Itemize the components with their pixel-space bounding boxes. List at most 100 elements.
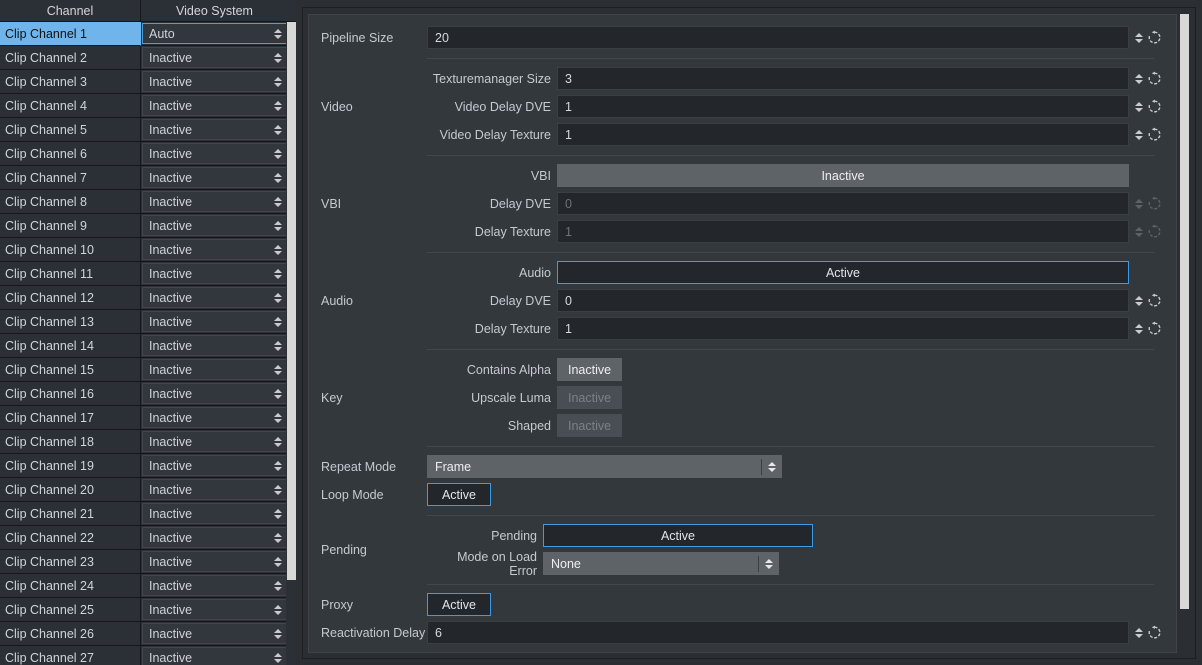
spinner-audio-delay-dve[interactable] — [1135, 296, 1143, 306]
channel-name-cell[interactable]: Clip Channel 3 — [0, 70, 141, 94]
channel-name-cell[interactable]: Clip Channel 20 — [0, 478, 141, 502]
reset-icon[interactable] — [1147, 321, 1162, 336]
channel-name-cell[interactable]: Clip Channel 18 — [0, 430, 141, 454]
table-row[interactable]: Clip Channel 11Inactive — [0, 262, 290, 286]
channel-name-cell[interactable]: Clip Channel 8 — [0, 190, 141, 214]
dropdown-video-system[interactable]: Inactive — [142, 359, 288, 380]
toggle-pending[interactable]: Active — [543, 524, 813, 547]
input-vbi-delay-dve[interactable]: 0 — [557, 192, 1129, 215]
table-row[interactable]: Clip Channel 13Inactive — [0, 310, 290, 334]
input-reactivation-delay[interactable]: 6 — [427, 621, 1129, 644]
reset-icon[interactable] — [1147, 293, 1162, 308]
channel-name-cell[interactable]: Clip Channel 6 — [0, 142, 141, 166]
spinner-vbi-delay-texture[interactable] — [1135, 227, 1143, 237]
toggle-proxy[interactable]: Active — [427, 593, 491, 616]
chevron-updown-icon[interactable] — [274, 341, 282, 351]
column-header-channel[interactable]: Channel — [0, 0, 141, 21]
spinner-pipeline-size[interactable] — [1135, 33, 1143, 43]
channel-name-cell[interactable]: Clip Channel 19 — [0, 454, 141, 478]
table-row[interactable]: Clip Channel 27Inactive — [0, 646, 290, 665]
dropdown-video-system[interactable]: Inactive — [142, 95, 288, 116]
chevron-updown-icon[interactable] — [274, 461, 282, 471]
table-row[interactable]: Clip Channel 12Inactive — [0, 286, 290, 310]
dropdown-video-system[interactable]: Inactive — [142, 335, 288, 356]
chevron-updown-icon[interactable] — [274, 389, 282, 399]
channel-name-cell[interactable]: Clip Channel 10 — [0, 238, 141, 262]
channel-name-cell[interactable]: Clip Channel 12 — [0, 286, 141, 310]
chevron-updown-icon[interactable] — [274, 413, 282, 423]
toggle-audio[interactable]: Active — [557, 261, 1129, 284]
table-row[interactable]: Clip Channel 17Inactive — [0, 406, 290, 430]
table-row[interactable]: Clip Channel 3Inactive — [0, 70, 290, 94]
reset-icon[interactable] — [1147, 625, 1162, 640]
chevron-updown-icon[interactable] — [274, 365, 282, 375]
dropdown-video-system[interactable]: Inactive — [142, 455, 288, 476]
chevron-updown-icon[interactable] — [274, 245, 282, 255]
reset-icon[interactable] — [1147, 196, 1162, 211]
table-row[interactable]: Clip Channel 16Inactive — [0, 382, 290, 406]
channel-name-cell[interactable]: Clip Channel 25 — [0, 598, 141, 622]
reset-icon[interactable] — [1147, 127, 1162, 142]
table-row[interactable]: Clip Channel 18Inactive — [0, 430, 290, 454]
chevron-updown-icon[interactable] — [274, 125, 282, 135]
dropdown-video-system[interactable]: Inactive — [142, 215, 288, 236]
channel-name-cell[interactable]: Clip Channel 23 — [0, 550, 141, 574]
reset-icon[interactable] — [1147, 30, 1162, 45]
table-row[interactable]: Clip Channel 19Inactive — [0, 454, 290, 478]
dropdown-video-system[interactable]: Inactive — [142, 191, 288, 212]
dropdown-repeat-mode[interactable]: Frame — [427, 455, 782, 478]
channel-name-cell[interactable]: Clip Channel 14 — [0, 334, 141, 358]
dropdown-video-system[interactable]: Inactive — [142, 575, 288, 596]
channel-name-cell[interactable]: Clip Channel 2 — [0, 46, 141, 70]
channel-name-cell[interactable]: Clip Channel 1 — [0, 22, 141, 46]
spinner-video-delay-dve[interactable] — [1135, 102, 1143, 112]
channel-name-cell[interactable]: Clip Channel 21 — [0, 502, 141, 526]
table-row[interactable]: Clip Channel 24Inactive — [0, 574, 290, 598]
chevron-updown-icon[interactable] — [274, 101, 282, 111]
reset-icon[interactable] — [1147, 224, 1162, 239]
toggle-vbi[interactable]: Inactive — [557, 164, 1129, 187]
channel-name-cell[interactable]: Clip Channel 4 — [0, 94, 141, 118]
dropdown-video-system[interactable]: Inactive — [142, 143, 288, 164]
channel-name-cell[interactable]: Clip Channel 7 — [0, 166, 141, 190]
table-row[interactable]: Clip Channel 23Inactive — [0, 550, 290, 574]
chevron-updown-icon[interactable] — [768, 462, 776, 472]
table-row[interactable]: Clip Channel 21Inactive — [0, 502, 290, 526]
reset-icon[interactable] — [1147, 71, 1162, 86]
dropdown-video-system[interactable]: Inactive — [142, 119, 288, 140]
spinner-video-delay-texture[interactable] — [1135, 130, 1143, 140]
channel-name-cell[interactable]: Clip Channel 9 — [0, 214, 141, 238]
table-row[interactable]: Clip Channel 22Inactive — [0, 526, 290, 550]
table-row[interactable]: Clip Channel 6Inactive — [0, 142, 290, 166]
spinner-audio-delay-texture[interactable] — [1135, 324, 1143, 334]
channel-name-cell[interactable]: Clip Channel 5 — [0, 118, 141, 142]
chevron-updown-icon[interactable] — [274, 221, 282, 231]
dropdown-video-system[interactable]: Inactive — [142, 47, 288, 68]
chevron-updown-icon[interactable] — [274, 173, 282, 183]
table-row[interactable]: Clip Channel 4Inactive — [0, 94, 290, 118]
dropdown-video-system[interactable]: Inactive — [142, 503, 288, 524]
chevron-updown-icon[interactable] — [274, 533, 282, 543]
chevron-updown-icon[interactable] — [274, 269, 282, 279]
dropdown-video-system[interactable]: Auto — [142, 23, 288, 44]
input-audio-delay-dve[interactable]: 0 — [557, 289, 1129, 312]
table-row[interactable]: Clip Channel 9Inactive — [0, 214, 290, 238]
table-row[interactable]: Clip Channel 5Inactive — [0, 118, 290, 142]
toggle-contains-alpha[interactable]: Inactive — [557, 358, 622, 381]
chevron-updown-icon[interactable] — [274, 557, 282, 567]
channel-name-cell[interactable]: Clip Channel 11 — [0, 262, 141, 286]
settings-scrollbar-thumb[interactable] — [1180, 14, 1189, 609]
chevron-updown-icon[interactable] — [274, 293, 282, 303]
toggle-loop-mode[interactable]: Active — [427, 483, 491, 506]
chevron-updown-icon[interactable] — [765, 559, 773, 569]
spinner-vbi-delay-dve[interactable] — [1135, 199, 1143, 209]
channel-name-cell[interactable]: Clip Channel 17 — [0, 406, 141, 430]
column-header-video-system[interactable]: Video System — [141, 0, 288, 21]
spinner-texturemanager-size[interactable] — [1135, 74, 1143, 84]
chevron-updown-icon[interactable] — [274, 317, 282, 327]
dropdown-video-system[interactable]: Inactive — [142, 287, 288, 308]
chevron-updown-icon[interactable] — [274, 509, 282, 519]
channel-name-cell[interactable]: Clip Channel 22 — [0, 526, 141, 550]
chevron-updown-icon[interactable] — [274, 605, 282, 615]
dropdown-video-system[interactable]: Inactive — [142, 599, 288, 620]
